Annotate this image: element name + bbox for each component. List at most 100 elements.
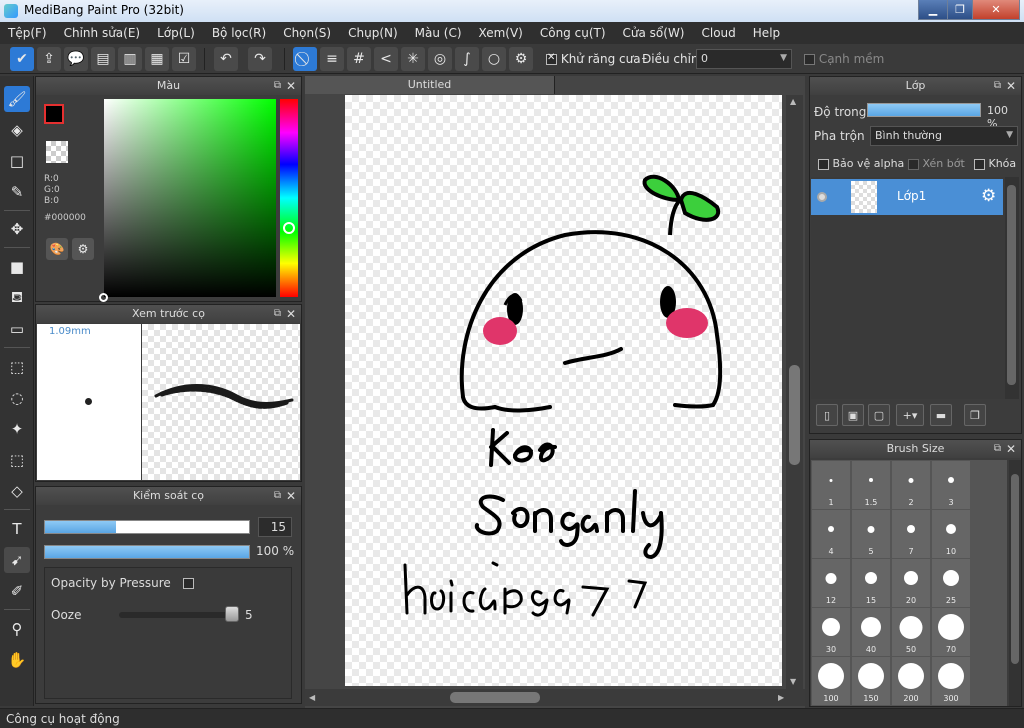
- brush-size-option[interactable]: 70: [932, 608, 971, 657]
- fill-rect-tool-icon[interactable]: ■: [4, 254, 30, 280]
- speech-bubble-icon[interactable]: 💬: [64, 47, 88, 71]
- text-tool-icon[interactable]: T: [4, 516, 30, 542]
- magic-wand-tool-icon[interactable]: ✦: [4, 416, 30, 442]
- close-icon[interactable]: ✕: [286, 77, 296, 95]
- menu-view[interactable]: Xem(V): [479, 26, 523, 40]
- menu-window[interactable]: Cửa sổ(W): [623, 26, 685, 40]
- vertical-scrollbar[interactable]: ▲ ▼: [786, 95, 803, 689]
- hand-tool-icon[interactable]: ✋: [4, 647, 30, 673]
- snap-off-icon[interactable]: ⃠: [293, 47, 317, 71]
- brush-size-option[interactable]: 50: [892, 608, 931, 657]
- protect-alpha-option[interactable]: Bảo vệ alpha: [818, 157, 904, 170]
- sv-handle[interactable]: [99, 293, 108, 302]
- brush-size-option[interactable]: 20: [892, 559, 931, 608]
- soft-edge-option[interactable]: Cạnh mềm: [804, 52, 884, 66]
- brush-size-scrollbar[interactable]: [1009, 460, 1021, 706]
- clipping-checkbox[interactable]: [908, 158, 919, 170]
- brush-size-option[interactable]: 4: [812, 510, 851, 559]
- lock-checkbox[interactable]: [974, 158, 985, 170]
- page-icon[interactable]: ▥: [118, 47, 142, 71]
- hue-slider[interactable]: [280, 99, 298, 297]
- ooze-slider[interactable]: [119, 612, 237, 618]
- perspective-snap-icon[interactable]: <: [374, 47, 398, 71]
- divide-tool-icon[interactable]: ✐: [4, 578, 30, 604]
- cloud-save-icon[interactable]: ✔: [10, 47, 34, 71]
- close-icon[interactable]: ✕: [286, 487, 296, 505]
- brush-size-option[interactable]: 10: [932, 510, 971, 559]
- scroll-up-icon[interactable]: ▲: [790, 97, 796, 106]
- brush-size-slider[interactable]: [44, 520, 250, 534]
- scroll-down-icon[interactable]: ▼: [790, 677, 796, 686]
- hue-handle[interactable]: [283, 222, 295, 234]
- new-halftone-layer-icon[interactable]: ▣: [842, 404, 864, 426]
- new-1bit-layer-icon[interactable]: ▢: [868, 404, 890, 426]
- menu-tools[interactable]: Công cụ(T): [540, 26, 606, 40]
- palette-icon[interactable]: 🎨: [46, 238, 68, 260]
- drawing-canvas[interactable]: [345, 95, 782, 686]
- bucket-tool-icon[interactable]: ⛾: [4, 285, 30, 311]
- brush-opacity-slider[interactable]: [44, 545, 250, 559]
- add-layer-menu-icon[interactable]: +▾: [896, 404, 924, 426]
- popout-icon[interactable]: ⧉: [994, 440, 1001, 458]
- brush-size-option[interactable]: 15: [852, 559, 891, 608]
- popout-icon[interactable]: ⧉: [994, 77, 1001, 95]
- close-icon[interactable]: ✕: [1006, 440, 1016, 458]
- menu-color[interactable]: Màu (C): [415, 26, 462, 40]
- lock-option[interactable]: Khóa: [974, 157, 1016, 170]
- brush-size-scroll-thumb[interactable]: [1011, 474, 1019, 664]
- close-icon[interactable]: ✕: [286, 305, 296, 323]
- brush-size-option[interactable]: 2: [892, 461, 931, 510]
- brush-size-option[interactable]: 300: [932, 657, 971, 706]
- ellipse-snap-icon[interactable]: ○: [482, 47, 506, 71]
- menu-help[interactable]: Help: [753, 26, 780, 40]
- pen-tool-icon[interactable]: ✎: [4, 179, 30, 205]
- brush-size-option[interactable]: 7: [892, 510, 931, 559]
- blend-mode-dropdown[interactable]: Bình thường ▼: [870, 126, 1018, 146]
- brush-tool-icon[interactable]: 🖌: [4, 86, 30, 112]
- parallel-snap-icon[interactable]: ≡: [320, 47, 344, 71]
- opacity-by-pressure-checkbox[interactable]: [182, 578, 194, 589]
- gear-icon[interactable]: ⚙: [981, 186, 996, 206]
- adjust-dropdown[interactable]: 0 ▼: [696, 49, 792, 69]
- panel-layout-icon[interactable]: ▦: [145, 47, 169, 71]
- snap-settings-icon[interactable]: ⚙: [509, 47, 533, 71]
- brush-size-option[interactable]: 5: [852, 510, 891, 559]
- menu-filter[interactable]: Bộ lọc(R): [212, 26, 266, 40]
- brush-size-option[interactable]: 100: [812, 657, 851, 706]
- menu-layer[interactable]: Lớp(L): [157, 26, 195, 40]
- saturation-value-picker[interactable]: [99, 99, 276, 302]
- brush-size-option[interactable]: 25: [932, 559, 971, 608]
- checklist-icon[interactable]: ☑: [172, 47, 196, 71]
- select-rect-tool-icon[interactable]: ⬚: [4, 354, 30, 380]
- layer-scroll-thumb[interactable]: [1007, 185, 1016, 385]
- brush-size-option[interactable]: 1.5: [852, 461, 891, 510]
- layer-row[interactable]: Lớp1 ⚙: [811, 179, 1003, 215]
- popout-icon[interactable]: ⧉: [274, 77, 281, 95]
- lasso-tool-icon[interactable]: ◌: [4, 385, 30, 411]
- popout-icon[interactable]: ⧉: [274, 487, 281, 505]
- menu-cloud[interactable]: Cloud: [702, 26, 736, 40]
- move-tool-icon[interactable]: ✥: [4, 216, 30, 242]
- folder-icon[interactable]: ▬: [930, 404, 952, 426]
- antialias-option[interactable]: Khử răng cưa: [546, 52, 641, 66]
- eraser-tool-icon[interactable]: ◈: [4, 117, 30, 143]
- new-layer-icon[interactable]: ▯: [816, 404, 838, 426]
- dot-tool-icon[interactable]: □: [4, 148, 30, 174]
- layer-list-scrollbar[interactable]: [1005, 177, 1019, 399]
- brush-size-option[interactable]: 12: [812, 559, 851, 608]
- popout-icon[interactable]: ⧉: [274, 305, 281, 323]
- operation-tool-icon[interactable]: ➹: [4, 547, 30, 573]
- radial-snap-icon[interactable]: ✳: [401, 47, 425, 71]
- soft-edge-checkbox[interactable]: [804, 54, 815, 65]
- color-settings-icon[interactable]: ⚙: [72, 238, 94, 260]
- visibility-icon[interactable]: [817, 192, 827, 202]
- share-icon[interactable]: ⇪: [37, 47, 61, 71]
- close-window-button[interactable]: ✕: [972, 0, 1020, 20]
- menu-select[interactable]: Chọn(S): [283, 26, 331, 40]
- grid-snap-icon[interactable]: #: [347, 47, 371, 71]
- select-pen-tool-icon[interactable]: ⬚: [4, 447, 30, 473]
- redo-icon[interactable]: ↷: [248, 47, 272, 71]
- undo-icon[interactable]: ↶: [214, 47, 238, 71]
- comment-icon[interactable]: ▤: [91, 47, 115, 71]
- horizontal-scrollbar[interactable]: ◀ ▶: [305, 689, 805, 706]
